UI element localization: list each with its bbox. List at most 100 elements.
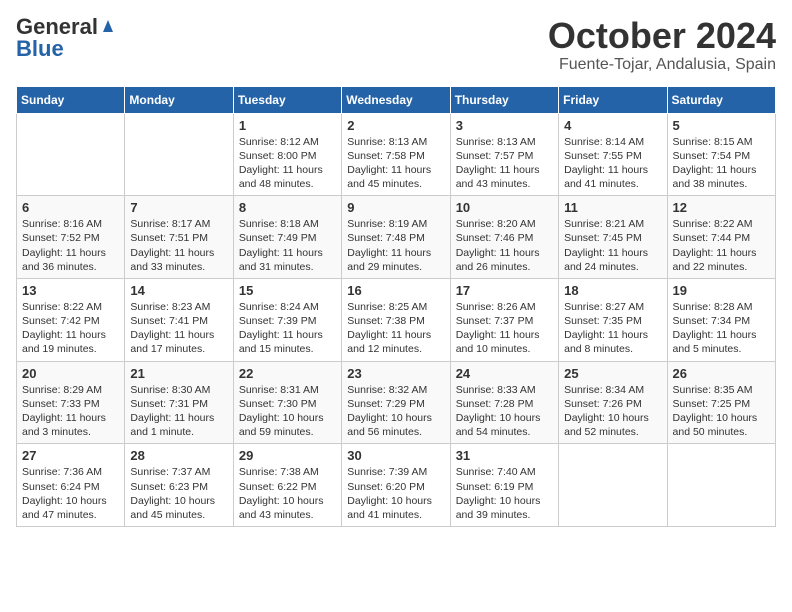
cell-content: Sunrise: 7:39 AM Sunset: 6:20 PM Dayligh… [347, 465, 444, 522]
day-number: 15 [239, 283, 336, 298]
day-number: 10 [456, 200, 553, 215]
day-number: 30 [347, 448, 444, 463]
calendar-cell: 10 Sunrise: 8:20 AM Sunset: 7:46 PM Dayli… [450, 196, 558, 279]
calendar-cell: 27 Sunrise: 7:36 AM Sunset: 6:24 PM Dayli… [17, 444, 125, 527]
day-number: 19 [673, 283, 770, 298]
calendar-table: SundayMondayTuesdayWednesdayThursdayFrid… [16, 86, 776, 527]
cell-content: Sunrise: 8:16 AM Sunset: 7:52 PM Dayligh… [22, 217, 119, 274]
calendar-cell: 8Sunrise: 8:18 AM Sunset: 7:49 PM Daylig… [233, 196, 341, 279]
cell-content: Sunrise: 8:35 AM Sunset: 7:25 PM Dayligh… [673, 383, 770, 440]
month-title: October 2024 [548, 16, 776, 56]
calendar-cell: 31Sunrise: 7:40 AM Sunset: 6:19 PM Dayli… [450, 444, 558, 527]
cell-content: Sunrise: 8:28 AM Sunset: 7:34 PM Dayligh… [673, 300, 770, 357]
day-number: 9 [347, 200, 444, 215]
calendar-cell: 5Sunrise: 8:15 AM Sunset: 7:54 PM Daylig… [667, 113, 775, 196]
cell-content: Sunrise: 8:21 AM Sunset: 7:45 PM Dayligh… [564, 217, 661, 274]
calendar-cell: 16 Sunrise: 8:25 AM Sunset: 7:38 PM Dayli… [342, 278, 450, 361]
calendar-week-row: 1Sunrise: 8:12 AM Sunset: 8:00 PM Daylig… [17, 113, 776, 196]
day-number: 3 [456, 118, 553, 133]
cell-content: Sunrise: 8:14 AM Sunset: 7:55 PM Dayligh… [564, 135, 661, 192]
day-number: 24 [456, 366, 553, 381]
calendar-cell: 13Sunrise: 8:22 AM Sunset: 7:42 PM Dayli… [17, 278, 125, 361]
calendar-cell: 22Sunrise: 8:31 AM Sunset: 7:30 PM Dayli… [233, 361, 341, 444]
calendar-cell: 6 Sunrise: 8:16 AM Sunset: 7:52 PM Daylig… [17, 196, 125, 279]
calendar-cell: 7Sunrise: 8:17 AM Sunset: 7:51 PM Daylig… [125, 196, 233, 279]
calendar-cell: 26 Sunrise: 8:35 AM Sunset: 7:25 PM Dayli… [667, 361, 775, 444]
calendar-cell: 23Sunrise: 8:32 AM Sunset: 7:29 PM Dayli… [342, 361, 450, 444]
cell-content: Sunrise: 8:13 AM Sunset: 7:58 PM Dayligh… [347, 135, 444, 192]
calendar-cell: 29 Sunrise: 7:38 AM Sunset: 6:22 PM Dayli… [233, 444, 341, 527]
cell-content: Sunrise: 8:17 AM Sunset: 7:51 PM Dayligh… [130, 217, 227, 274]
cell-content: Sunrise: 8:13 AM Sunset: 7:57 PM Dayligh… [456, 135, 553, 192]
calendar-cell [17, 113, 125, 196]
day-number: 1 [239, 118, 336, 133]
title-block: October 2024 Fuente-Tojar, Andalusia, Sp… [548, 16, 776, 74]
day-number: 14 [130, 283, 227, 298]
cell-content: Sunrise: 8:15 AM Sunset: 7:54 PM Dayligh… [673, 135, 770, 192]
day-number: 28 [130, 448, 227, 463]
cell-content: Sunrise: 8:20 AM Sunset: 7:46 PM Dayligh… [456, 217, 553, 274]
calendar-cell: 4 Sunrise: 8:14 AM Sunset: 7:55 PM Daylig… [559, 113, 667, 196]
weekday-header-wednesday: Wednesday [342, 86, 450, 113]
calendar-cell: 3 Sunrise: 8:13 AM Sunset: 7:57 PM Daylig… [450, 113, 558, 196]
calendar-cell: 11 Sunrise: 8:21 AM Sunset: 7:45 PM Dayli… [559, 196, 667, 279]
weekday-header-saturday: Saturday [667, 86, 775, 113]
day-number: 26 [673, 366, 770, 381]
cell-content: Sunrise: 7:40 AM Sunset: 6:19 PM Dayligh… [456, 465, 553, 522]
calendar-week-row: 6 Sunrise: 8:16 AM Sunset: 7:52 PM Daylig… [17, 196, 776, 279]
calendar-cell: 25Sunrise: 8:34 AM Sunset: 7:26 PM Dayli… [559, 361, 667, 444]
calendar-cell: 15Sunrise: 8:24 AM Sunset: 7:39 PM Dayli… [233, 278, 341, 361]
cell-content: Sunrise: 8:19 AM Sunset: 7:48 PM Dayligh… [347, 217, 444, 274]
calendar-cell: 12 Sunrise: 8:22 AM Sunset: 7:44 PM Dayli… [667, 196, 775, 279]
day-number: 12 [673, 200, 770, 215]
cell-content: Sunrise: 8:27 AM Sunset: 7:35 PM Dayligh… [564, 300, 661, 357]
weekday-header-row: SundayMondayTuesdayWednesdayThursdayFrid… [17, 86, 776, 113]
cell-content: Sunrise: 8:33 AM Sunset: 7:28 PM Dayligh… [456, 383, 553, 440]
day-number: 21 [130, 366, 227, 381]
day-number: 17 [456, 283, 553, 298]
cell-content: Sunrise: 8:26 AM Sunset: 7:37 PM Dayligh… [456, 300, 553, 357]
day-number: 4 [564, 118, 661, 133]
weekday-header-sunday: Sunday [17, 86, 125, 113]
day-number: 25 [564, 366, 661, 381]
calendar-cell: 17 Sunrise: 8:26 AM Sunset: 7:37 PM Dayli… [450, 278, 558, 361]
day-number: 16 [347, 283, 444, 298]
logo-blue-text: Blue [16, 38, 64, 60]
day-number: 11 [564, 200, 661, 215]
day-number: 29 [239, 448, 336, 463]
cell-content: Sunrise: 8:29 AM Sunset: 7:33 PM Dayligh… [22, 383, 119, 440]
cell-content: Sunrise: 8:25 AM Sunset: 7:38 PM Dayligh… [347, 300, 444, 357]
cell-content: Sunrise: 7:36 AM Sunset: 6:24 PM Dayligh… [22, 465, 119, 522]
day-number: 18 [564, 283, 661, 298]
cell-content: Sunrise: 7:37 AM Sunset: 6:23 PM Dayligh… [130, 465, 227, 522]
calendar-cell [125, 113, 233, 196]
day-number: 23 [347, 366, 444, 381]
calendar-cell: 2 Sunrise: 8:13 AM Sunset: 7:58 PM Daylig… [342, 113, 450, 196]
day-number: 22 [239, 366, 336, 381]
day-number: 6 [22, 200, 119, 215]
calendar-cell: 18 Sunrise: 8:27 AM Sunset: 7:35 PM Dayli… [559, 278, 667, 361]
cell-content: Sunrise: 8:22 AM Sunset: 7:42 PM Dayligh… [22, 300, 119, 357]
calendar-cell: 9 Sunrise: 8:19 AM Sunset: 7:48 PM Daylig… [342, 196, 450, 279]
calendar-cell: 28 Sunrise: 7:37 AM Sunset: 6:23 PM Dayli… [125, 444, 233, 527]
weekday-header-friday: Friday [559, 86, 667, 113]
location-subtitle: Fuente-Tojar, Andalusia, Spain [548, 56, 776, 74]
calendar-cell: 21 Sunrise: 8:30 AM Sunset: 7:31 PM Dayli… [125, 361, 233, 444]
cell-content: Sunrise: 7:38 AM Sunset: 6:22 PM Dayligh… [239, 465, 336, 522]
logo-triangle-icon [99, 16, 117, 34]
logo-general-text: General [16, 16, 98, 38]
day-number: 20 [22, 366, 119, 381]
calendar-cell: 30 Sunrise: 7:39 AM Sunset: 6:20 PM Dayli… [342, 444, 450, 527]
calendar-week-row: 20 Sunrise: 8:29 AM Sunset: 7:33 PM Dayli… [17, 361, 776, 444]
logo: General Blue [16, 16, 117, 60]
cell-content: Sunrise: 8:23 AM Sunset: 7:41 PM Dayligh… [130, 300, 227, 357]
day-number: 27 [22, 448, 119, 463]
calendar-cell: 14 Sunrise: 8:23 AM Sunset: 7:41 PM Dayli… [125, 278, 233, 361]
weekday-header-tuesday: Tuesday [233, 86, 341, 113]
calendar-week-row: 27 Sunrise: 7:36 AM Sunset: 6:24 PM Dayli… [17, 444, 776, 527]
cell-content: Sunrise: 8:30 AM Sunset: 7:31 PM Dayligh… [130, 383, 227, 440]
calendar-cell: 1Sunrise: 8:12 AM Sunset: 8:00 PM Daylig… [233, 113, 341, 196]
weekday-header-thursday: Thursday [450, 86, 558, 113]
day-number: 2 [347, 118, 444, 133]
cell-content: Sunrise: 8:22 AM Sunset: 7:44 PM Dayligh… [673, 217, 770, 274]
